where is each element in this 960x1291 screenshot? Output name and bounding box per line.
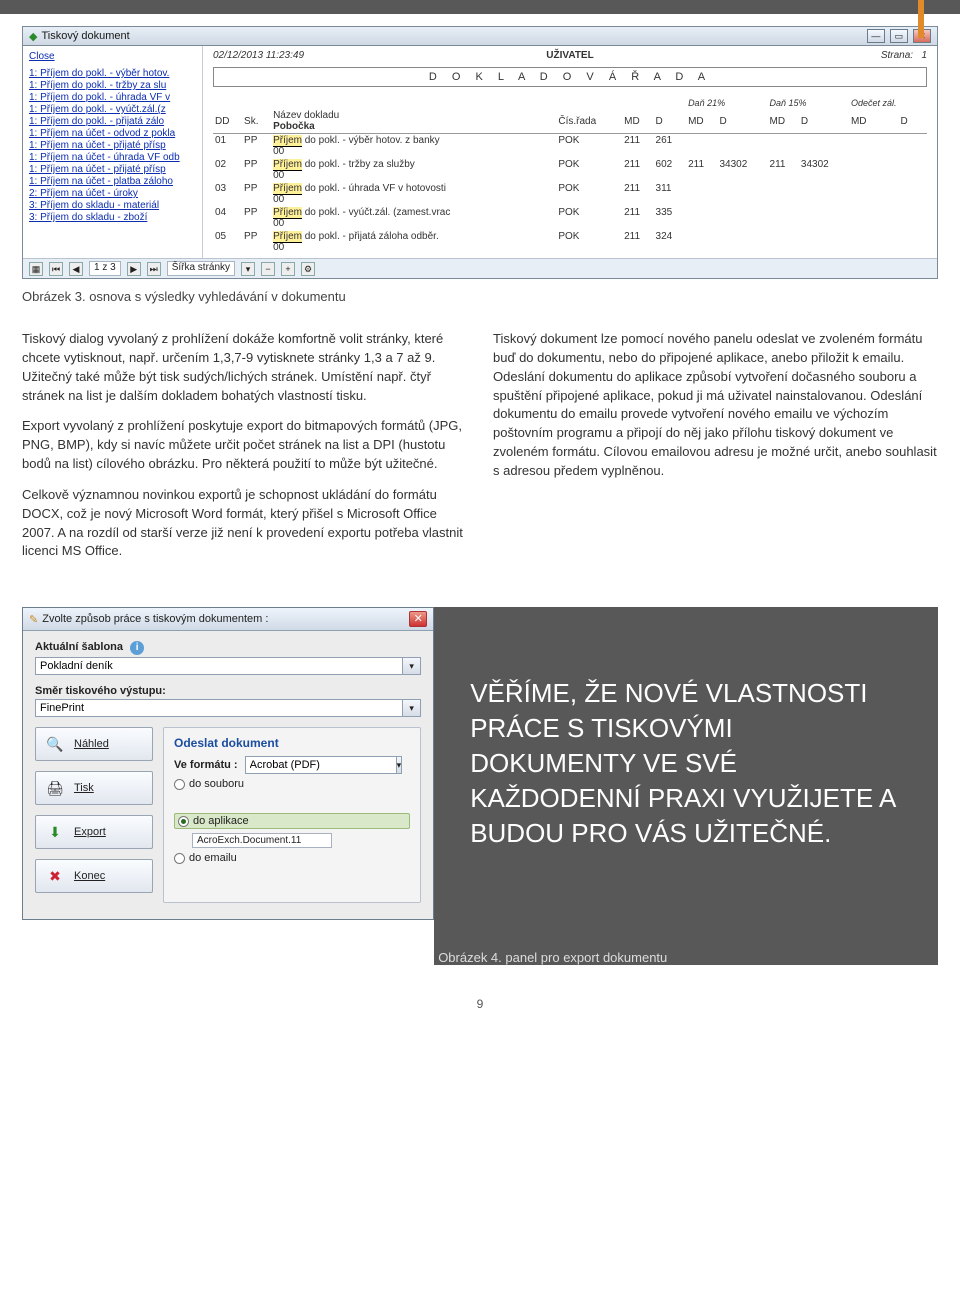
- zoom-in-button[interactable]: +: [281, 262, 295, 276]
- app-value: AcroExch.Document.11: [192, 833, 332, 848]
- radio-to-file[interactable]: do souboru: [174, 778, 410, 790]
- close-link[interactable]: Close: [29, 51, 196, 62]
- prev-page-button[interactable]: ◀: [69, 262, 83, 276]
- titlebar: ◆ Tiskový dokument — ▭ ✕: [23, 27, 937, 46]
- template-label: Aktuální šablona i: [35, 641, 421, 655]
- report-title: D O K L A D O V Á Ř A D A: [213, 67, 927, 87]
- radio-to-email[interactable]: do emailu: [174, 852, 410, 864]
- article-columns: Tiskový dialog vyvolaný z prohlížení dok…: [22, 330, 938, 573]
- send-panel: Odeslat dokument Ve formátu : ▾ do soubo…: [163, 727, 421, 903]
- outline-item[interactable]: 1: Příjem do pokl. - tržby za slu: [29, 80, 196, 91]
- outline-item[interactable]: 1: Příjem na účet - přijaté přísp: [29, 140, 196, 151]
- export-dialog: ✎ Zvolte způsob práce s tiskovým dokumen…: [22, 607, 434, 920]
- send-title: Odeslat dokument: [174, 736, 410, 750]
- chevron-down-icon[interactable]: ▾: [403, 699, 421, 717]
- export-icon: ⬇: [44, 821, 66, 843]
- dialog-icon: ✎: [29, 613, 38, 626]
- figure4-caption: Obrázek 4. panel pro export dokumentu: [434, 920, 938, 965]
- outline-item[interactable]: 3: Příjem do skladu - materiál: [29, 200, 196, 211]
- window-title: Tiskový dokument: [41, 30, 129, 42]
- output-label: Směr tiskového výstupu:: [35, 685, 421, 697]
- outline-item[interactable]: 1: Příjem do pokl. - výběr hotov.: [29, 68, 196, 79]
- dialog-title: Zvolte způsob práce s tiskovým dokumente…: [42, 613, 268, 625]
- outline-item[interactable]: 2: Příjem na účet - úroky: [29, 188, 196, 199]
- settings-icon[interactable]: ⚙: [301, 262, 315, 276]
- statusbar: ▦ ⏮ ◀ 1 z 3 ▶ ⏭ Šířka stránky ▾ − + ⚙: [23, 258, 937, 278]
- outline-item[interactable]: 1: Příjem na účet - úhrada VF odb: [29, 152, 196, 163]
- close-dialog-button[interactable]: ✖ Konec: [35, 859, 153, 893]
- outline-item[interactable]: 3: Příjem do skladu - zboží: [29, 212, 196, 223]
- figure3-caption: Obrázek 3. osnova s výsledky vyhledávání…: [22, 289, 938, 304]
- nav-icon[interactable]: ▦: [29, 262, 43, 276]
- zoom-dropdown-button[interactable]: ▾: [241, 262, 255, 276]
- info-icon[interactable]: i: [130, 641, 144, 655]
- pull-quote: VĚŘÍME, ŽE NOVÉ VLASTNOSTI PRÁCE S TISKO…: [434, 607, 938, 920]
- report-table: Daň 21% Daň 15% Odečet zál. DD Sk. Název…: [213, 97, 927, 254]
- first-page-button[interactable]: ⏮: [49, 262, 63, 276]
- paragraph: Export vyvolaný z prohlížení poskytuje e…: [22, 417, 467, 474]
- page-label: Strana:: [881, 50, 913, 61]
- format-label: Ve formátu :: [174, 759, 238, 771]
- page-info: 1 z 3: [89, 261, 121, 276]
- template-select[interactable]: [35, 657, 403, 675]
- zoom-out-button[interactable]: −: [261, 262, 275, 276]
- chevron-down-icon[interactable]: ▾: [397, 756, 403, 774]
- table-row: 01PPPříjem do pokl. - výběr hotov. z ban…: [213, 134, 927, 159]
- maximize-button[interactable]: ▭: [890, 29, 908, 43]
- print-button[interactable]: 🖨 Tisk: [35, 771, 153, 805]
- paragraph: Tiskový dokument lze pomocí nového panel…: [493, 330, 938, 481]
- page-number: 1: [921, 50, 927, 61]
- minimize-button[interactable]: —: [867, 29, 885, 43]
- format-select[interactable]: [245, 756, 397, 774]
- output-select[interactable]: [35, 699, 403, 717]
- table-row: 04PPPříjem do pokl. - vyúčt.zál. (zamest…: [213, 206, 927, 230]
- outline-item[interactable]: 1: Příjem na účet - přijaté přísp: [29, 164, 196, 175]
- report-user: UŽIVATEL: [451, 50, 689, 61]
- chevron-down-icon[interactable]: ▾: [403, 657, 421, 675]
- outline-sidebar: Close 1: Příjem do pokl. - výběr hotov. …: [23, 46, 203, 258]
- table-row: 05PPPříjem do pokl. - přijatá záloha odb…: [213, 230, 927, 254]
- report-window: ◆ Tiskový dokument — ▭ ✕ Close 1: Příjem…: [22, 26, 938, 279]
- paragraph: Tiskový dialog vyvolaný z prohlížení dok…: [22, 330, 467, 405]
- dialog-close-button[interactable]: ✕: [409, 611, 427, 627]
- outline-item[interactable]: 1: Příjem do pokl. - přijatá zálo: [29, 116, 196, 127]
- outline-item[interactable]: 1: Příjem do pokl. - úhrada VF v: [29, 92, 196, 103]
- printer-icon: 🖨: [44, 777, 66, 799]
- outline-item[interactable]: 1: Příjem na účet - platba záloho: [29, 176, 196, 187]
- preview-button[interactable]: 🔍 Náhled: [35, 727, 153, 761]
- app-icon: ◆: [29, 30, 37, 43]
- report-datetime: 02/12/2013 11:23:49: [213, 50, 451, 61]
- next-page-button[interactable]: ▶: [127, 262, 141, 276]
- zoom-select[interactable]: Šířka stránky: [167, 261, 235, 276]
- page-number: 9: [22, 997, 938, 1011]
- paragraph: Celkově významnou novinkou exportů je sc…: [22, 486, 467, 561]
- magnifier-icon: 🔍: [44, 733, 66, 755]
- outline-item[interactable]: 1: Příjem do pokl. - vyúčt.zál.(z: [29, 104, 196, 115]
- radio-to-app[interactable]: do aplikace: [174, 813, 410, 829]
- report-preview: 02/12/2013 11:23:49 UŽIVATEL Strana: 1 D…: [203, 46, 937, 258]
- last-page-button[interactable]: ⏭: [147, 262, 161, 276]
- export-button[interactable]: ⬇ Export: [35, 815, 153, 849]
- outline-item[interactable]: 1: Příjem na účet - odvod z pokla: [29, 128, 196, 139]
- close-icon: ✖: [44, 865, 66, 887]
- table-row: 02PPPříjem do pokl. - tržby za služby00P…: [213, 158, 927, 182]
- table-row: 03PPPříjem do pokl. - úhrada VF v hotovo…: [213, 182, 927, 206]
